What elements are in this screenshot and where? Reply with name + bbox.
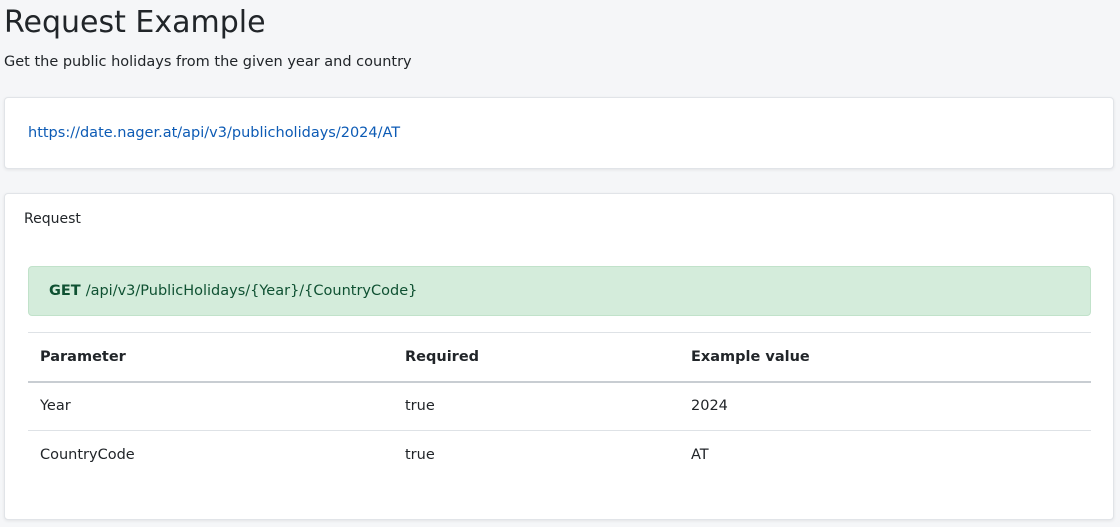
- example-url-link[interactable]: https://date.nager.at/api/v3/publicholid…: [28, 123, 400, 143]
- http-method: GET: [49, 283, 81, 299]
- parameter-name: CountryCode: [28, 430, 393, 480]
- page-title: Request Example: [4, 5, 266, 40]
- endpoint-path: /api/v3/PublicHolidays/{Year}/{CountryCo…: [85, 283, 418, 299]
- parameter-example-value: 2024: [691, 398, 728, 415]
- table-row: Year true 2024: [28, 382, 1091, 431]
- column-header-parameter: Parameter: [28, 332, 393, 383]
- request-card-header: Request: [24, 211, 81, 227]
- parameters-table: Parameter Required Example value Year tr…: [28, 332, 1091, 480]
- parameter-example-value: AT: [679, 430, 1091, 480]
- endpoint-alert: GET/api/v3/PublicHolidays/{Year}/{Countr…: [28, 266, 1091, 316]
- parameter-required: true: [405, 398, 435, 415]
- column-header-example-value: Example value: [679, 332, 1091, 383]
- page: Request Example Get the public holidays …: [0, 0, 1120, 527]
- column-header-required: Required: [393, 332, 679, 383]
- table-row: CountryCode true AT: [28, 430, 1091, 480]
- table-header-row: Parameter Required Example value: [28, 332, 1091, 383]
- parameter-required: true: [393, 430, 679, 480]
- page-subtitle: Get the public holidays from the given y…: [4, 54, 412, 70]
- url-card: https://date.nager.at/api/v3/publicholid…: [4, 97, 1114, 169]
- parameter-name: Year: [40, 398, 71, 415]
- request-card: Request GET/api/v3/PublicHolidays/{Year}…: [4, 193, 1114, 520]
